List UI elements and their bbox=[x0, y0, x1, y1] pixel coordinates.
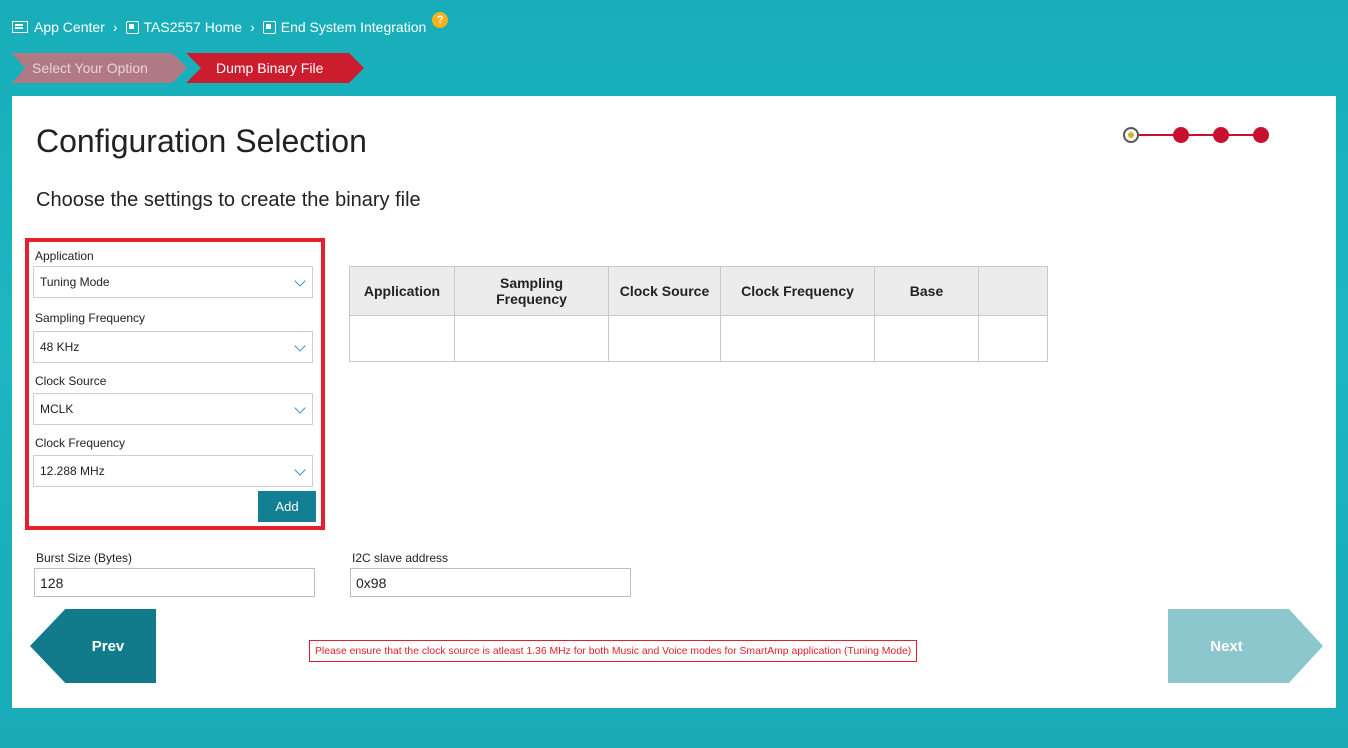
chevron-down-icon bbox=[294, 275, 306, 287]
table-cell bbox=[978, 315, 1048, 362]
progress-dot bbox=[1213, 127, 1229, 143]
column-header-actions bbox=[978, 266, 1048, 316]
progress-dot bbox=[1253, 127, 1269, 143]
progress-dot-current bbox=[1123, 127, 1139, 143]
breadcrumb-separator: › bbox=[250, 19, 255, 35]
burst-size-label: Burst Size (Bytes) bbox=[36, 551, 133, 565]
breadcrumb-label: TAS2557 Home bbox=[143, 19, 243, 35]
chevron-down-icon bbox=[294, 340, 306, 352]
clock-frequency-label: Clock Frequency bbox=[35, 436, 126, 450]
chevron-down-icon bbox=[294, 464, 306, 476]
table-header-row: Application Sampling Frequency Clock Sou… bbox=[349, 266, 1048, 316]
clock-source-warning: Please ensure that the clock source is a… bbox=[309, 640, 918, 662]
table-row bbox=[349, 315, 1048, 362]
application-label: Application bbox=[35, 249, 94, 263]
i2c-address-label: I2C slave address bbox=[352, 551, 449, 565]
main-panel: Configuration Selection Choose the setti… bbox=[12, 96, 1336, 708]
breadcrumb-item-end-system-integration[interactable]: End System Integration bbox=[262, 19, 427, 35]
table-cell bbox=[874, 315, 979, 362]
clock-source-label: Clock Source bbox=[35, 374, 107, 388]
sampling-frequency-select[interactable]: 48 KHz bbox=[33, 331, 313, 363]
clock-source-select[interactable]: MCLK bbox=[33, 393, 313, 425]
application-select[interactable]: Tuning Mode bbox=[33, 266, 313, 298]
table-cell bbox=[608, 315, 721, 362]
add-button[interactable]: Add bbox=[258, 491, 316, 522]
column-header-base: Base bbox=[874, 266, 979, 316]
clock-source-value: MCLK bbox=[40, 402, 74, 416]
wizard-step-select-option[interactable]: Select Your Option bbox=[12, 53, 187, 83]
progress-indicator bbox=[1123, 126, 1273, 146]
breadcrumb-label: App Center bbox=[34, 19, 105, 35]
column-header-clock-source: Clock Source bbox=[608, 266, 721, 316]
board-icon bbox=[12, 21, 28, 33]
page-title: Configuration Selection bbox=[36, 123, 367, 159]
next-button[interactable]: Next bbox=[1168, 609, 1323, 683]
configuration-table: Application Sampling Frequency Clock Sou… bbox=[349, 266, 1048, 362]
breadcrumb-item-app-center[interactable]: App Center bbox=[12, 19, 105, 35]
breadcrumb-separator: › bbox=[112, 19, 118, 35]
help-icon[interactable]: ? bbox=[432, 12, 449, 28]
breadcrumb-label: End System Integration bbox=[280, 19, 427, 35]
chevron-down-icon bbox=[294, 402, 306, 414]
table-cell bbox=[454, 315, 609, 362]
burst-size-input[interactable]: 128 bbox=[34, 568, 315, 597]
breadcrumb-item-tas2557-home[interactable]: TAS2557 Home bbox=[125, 19, 243, 35]
prev-button[interactable]: Prev bbox=[30, 609, 156, 683]
breadcrumb: App Center › TAS2557 Home › End System I… bbox=[12, 12, 449, 36]
clock-frequency-select[interactable]: 12.288 MHz bbox=[33, 455, 313, 487]
wizard-steps: Select Your Option Dump Binary File bbox=[12, 53, 364, 83]
progress-line bbox=[1133, 134, 1261, 136]
column-header-clock-frequency: Clock Frequency bbox=[720, 266, 875, 316]
application-value: Tuning Mode bbox=[40, 275, 110, 289]
i2c-address-input[interactable]: 0x98 bbox=[350, 568, 631, 597]
sampling-frequency-value: 48 KHz bbox=[40, 340, 80, 354]
table-cell bbox=[349, 315, 455, 362]
clock-frequency-value: 12.288 MHz bbox=[40, 464, 105, 478]
configuration-form: Application Tuning Mode Sampling Frequen… bbox=[25, 238, 325, 530]
page-subtitle: Choose the settings to create the binary… bbox=[36, 189, 421, 211]
wizard-step-dump-binary[interactable]: Dump Binary File bbox=[186, 53, 364, 83]
table-cell bbox=[720, 315, 875, 362]
progress-dot bbox=[1173, 127, 1189, 143]
chip-icon bbox=[125, 20, 139, 34]
chip-icon bbox=[262, 20, 276, 34]
column-header-application: Application bbox=[349, 266, 455, 316]
column-header-sampling-frequency: Sampling Frequency bbox=[454, 266, 609, 316]
sampling-frequency-label: Sampling Frequency bbox=[35, 311, 146, 325]
